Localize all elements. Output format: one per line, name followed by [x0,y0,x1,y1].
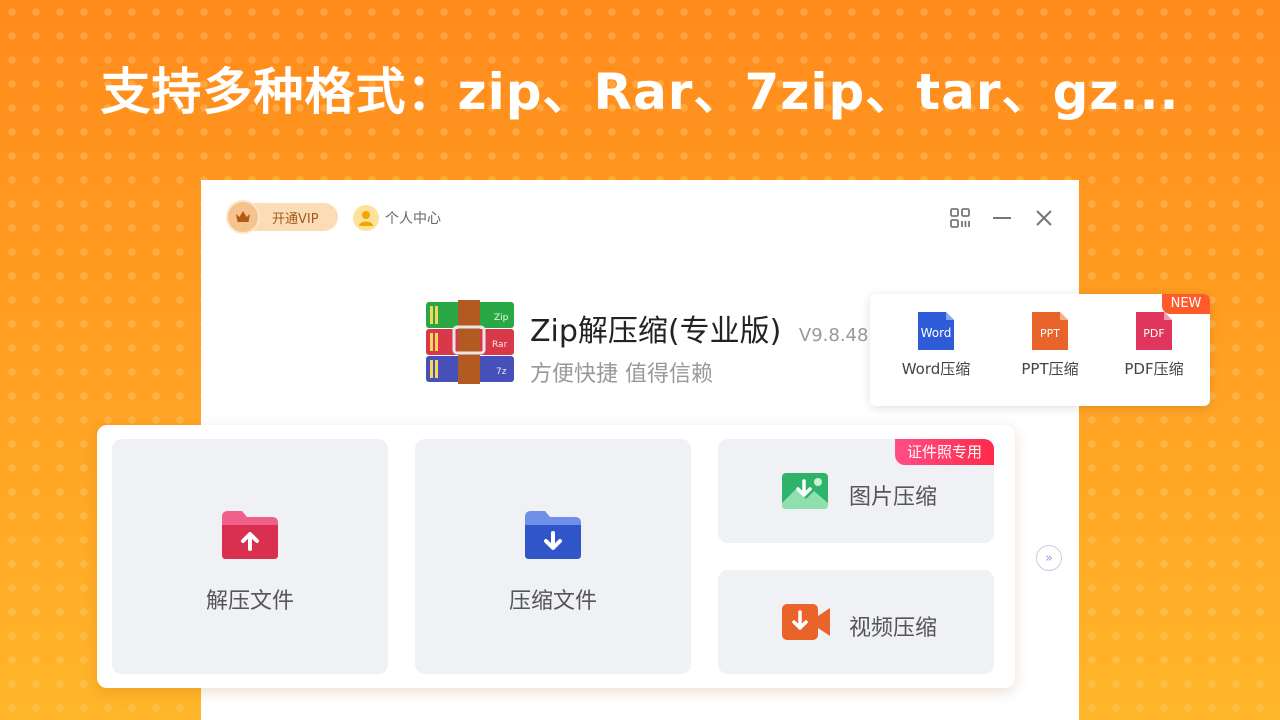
main-actions-card: 解压文件 压缩文件 证件照专用 图片压缩 视频压缩 [97,425,1015,688]
open-vip-button[interactable]: 开通VIP [226,200,338,234]
word-compress-button[interactable]: Word Word压缩 [886,310,986,379]
vip-label: 开通VIP [272,211,319,227]
app-title: Zip解压缩(专业版) V9.8.48 [530,306,868,350]
svg-text:Word: Word [921,326,952,340]
user-center-button[interactable]: 个人中心 [353,204,441,232]
app-logo-icon: Zip Rar 7z [426,300,514,384]
pdf-compress-label: PDF压缩 [1124,360,1184,378]
logo-7z-label: 7z [496,367,507,377]
word-compress-label: Word压缩 [901,360,971,378]
ppt-compress-button[interactable]: PPT PPT压缩 [1000,310,1100,379]
pdf-file-icon: PDF [1136,312,1172,350]
svg-text:PPT: PPT [1040,327,1060,340]
minimize-icon[interactable] [990,206,1014,230]
promo-headline: 支持多种格式：zip、Rar、7zip、tar、gz... [100,63,1180,121]
svg-text:PDF: PDF [1143,327,1164,340]
user-center-label: 个人中心 [385,211,441,227]
folder-upload-icon [222,511,278,559]
video-download-icon [782,604,830,640]
app-version: V9.8.48 [798,325,869,346]
id-photo-badge: 证件照专用 [894,439,994,465]
extract-files-label: 解压文件 [205,589,294,614]
ppt-file-icon: PPT [1032,312,1068,350]
crown-icon [226,200,260,234]
folder-download-icon [525,511,581,559]
app-name: Zip解压缩(专业版) [530,314,782,349]
compress-files-tile[interactable]: 压缩文件 [415,439,691,674]
video-compress-label: 视频压缩 [849,616,938,641]
logo-zip-label: Zip [494,313,509,323]
image-compress-label: 图片压缩 [849,485,938,510]
image-download-icon [782,473,828,509]
app-subtitle: 方便快捷 值得信赖 [530,362,713,387]
pdf-compress-button[interactable]: PDF PDF压缩 [1104,310,1204,379]
compress-files-label: 压缩文件 [508,589,597,614]
logo-rar-label: Rar [492,340,508,350]
extract-files-tile[interactable]: 解压文件 [112,439,388,674]
image-compress-tile[interactable]: 证件照专用 图片压缩 [718,439,994,543]
app-menu-grid-icon[interactable] [948,206,972,230]
quick-tools-panel: NEW Word Word压缩 PPT PPT压缩 PDF PDF压缩 [870,294,1210,406]
close-icon[interactable] [1032,206,1056,230]
expand-more-icon[interactable]: » [1036,545,1062,571]
word-file-icon: Word [918,312,954,350]
video-compress-tile[interactable]: 视频压缩 [718,570,994,674]
ppt-compress-label: PPT压缩 [1021,360,1079,378]
avatar-icon [353,205,379,231]
